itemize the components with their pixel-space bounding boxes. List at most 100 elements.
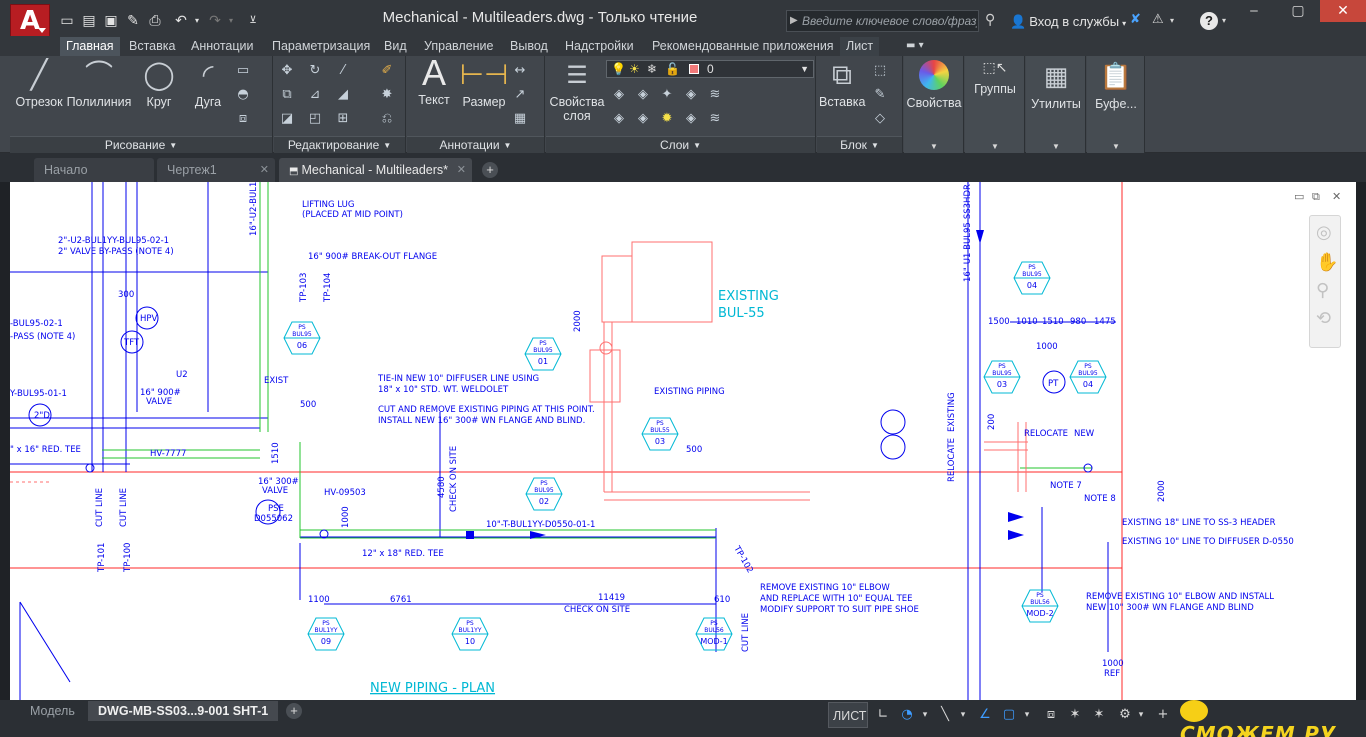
stretch-icon[interactable]: ◪	[278, 110, 296, 128]
new-file-icon[interactable]: ▭	[58, 12, 76, 30]
block-panel-title[interactable]: Блок ▼	[817, 136, 902, 153]
workspace-gear-icon[interactable]: ⚙	[1114, 702, 1136, 728]
signin-button[interactable]: 👤 Вход в службы ▾	[1010, 14, 1126, 30]
drawing-canvas[interactable]: LIFTING LUG (PLACED AT MID POINT) 16" 90…	[10, 182, 1356, 700]
save-icon[interactable]: ▣	[102, 12, 120, 30]
search-box[interactable]: ▶	[786, 10, 979, 32]
tab-layout-sheet[interactable]: DWG-MB-SS03...9-001 SHT-1	[88, 701, 279, 721]
tab-insert[interactable]: Вставка	[123, 37, 181, 56]
properties-button[interactable]: Свойства	[904, 60, 964, 110]
plot-icon[interactable]: ⎙	[146, 12, 164, 30]
array-icon[interactable]: ⊞	[334, 110, 352, 128]
chevron-down-icon[interactable]: ▾	[1170, 16, 1174, 25]
layer-dropdown[interactable]: 💡 ☀ ❄ 🔓 0 ▼	[606, 60, 814, 78]
annotation-visibility-icon[interactable]: ✶	[1088, 702, 1110, 728]
redo-dropdown-icon[interactable]: ▾	[222, 12, 240, 30]
object-track-icon[interactable]: ∠	[974, 702, 996, 728]
ribbon-toggle-icon[interactable]: ▬ ▾	[900, 37, 930, 56]
chevron-down-icon[interactable]: ▾	[1134, 702, 1148, 728]
save-as-icon[interactable]: ✎	[124, 12, 142, 30]
exchange-apps-icon[interactable]: ✘	[1130, 12, 1141, 27]
utilities-panel[interactable]: ▦ Утилиты ▼	[1026, 56, 1086, 153]
close-button[interactable]: ✕	[1320, 0, 1366, 22]
layer-tool-4-icon[interactable]: ◈	[682, 86, 700, 104]
paper-space-button[interactable]: ЛИСТ	[828, 702, 868, 728]
a360-icon[interactable]: ⚠	[1152, 12, 1164, 27]
add-icon[interactable]: +	[1152, 702, 1174, 728]
edit-block-icon[interactable]: ✎	[871, 86, 889, 104]
new-layout-button[interactable]: +	[286, 703, 302, 719]
viewport-minimize-icon[interactable]: ▭	[1294, 190, 1304, 203]
trim-icon[interactable]: ⁄	[334, 62, 352, 80]
layer-tool-3-icon[interactable]: ✦	[658, 86, 676, 104]
clipboard-panel[interactable]: 📋 Буфе... ▼	[1087, 56, 1145, 153]
polar-icon[interactable]: ◔	[896, 702, 918, 728]
rotate-icon[interactable]: ↻	[306, 62, 324, 80]
dimension-button[interactable]: ⊢⊣ Размер	[457, 58, 511, 109]
close-icon[interactable]: ✕	[457, 158, 466, 182]
boundary-icon[interactable]: ⧈	[234, 110, 252, 128]
properties-panel[interactable]: Свойства ▼	[904, 56, 964, 153]
table-icon[interactable]: ▦	[511, 110, 529, 128]
chevron-down-icon[interactable]: ▾	[956, 702, 970, 728]
tab-annotate[interactable]: Аннотации	[185, 37, 259, 56]
layer-tool-9-icon[interactable]: ◈	[682, 110, 700, 128]
help-dropdown-icon[interactable]: ▾	[1222, 16, 1226, 25]
hatch-icon[interactable]: ◓	[234, 86, 252, 104]
tab-home[interactable]: Главная	[60, 37, 120, 56]
create-block-icon[interactable]: ⬚	[871, 62, 889, 80]
tab-output[interactable]: Вывод	[504, 37, 554, 56]
new-tab-button[interactable]: +	[482, 162, 498, 178]
line-button[interactable]: ╱ Отрезок	[14, 58, 64, 109]
help-button[interactable]: ?	[1200, 12, 1218, 30]
tab-active-drawing[interactable]: ⬒ Mechanical - Multileaders* ✕	[279, 158, 472, 182]
rectangle-icon[interactable]: ▭	[234, 62, 252, 80]
tab-addins[interactable]: Надстройки	[559, 37, 640, 56]
annotation-panel-title[interactable]: Аннотации ▼	[407, 136, 544, 153]
viewport-restore-icon[interactable]: ⧉	[1312, 190, 1320, 204]
arc-button[interactable]: ◜ Дуга	[186, 58, 230, 109]
tab-featured-apps[interactable]: Рекомендованные приложения	[646, 37, 840, 56]
binoculars-icon[interactable]: ⚲	[985, 12, 995, 28]
linear-dim-icon[interactable]: ↔	[511, 62, 529, 80]
groups-button[interactable]: ⬚↖ Группы	[965, 60, 1025, 96]
offset-icon[interactable]: ⎌	[378, 110, 396, 128]
text-button[interactable]: A Текст	[411, 55, 457, 108]
layers-panel-title[interactable]: Слои ▼	[546, 136, 815, 153]
modify-panel-title[interactable]: Редактирование ▼	[274, 136, 405, 153]
mirror-icon[interactable]: ⊿	[306, 86, 324, 104]
insert-block-button[interactable]: ⧉ Вставка	[819, 58, 865, 109]
ortho-icon[interactable]: ∟	[872, 702, 894, 728]
layer-tool-5-icon[interactable]: ≋	[706, 86, 724, 104]
scale-icon[interactable]: ◰	[306, 110, 324, 128]
layer-tool-6-icon[interactable]: ◈	[610, 110, 628, 128]
utilities-button[interactable]: ▦ Утилиты	[1026, 60, 1086, 111]
attribute-icon[interactable]: ◇	[871, 110, 889, 128]
isodraft-icon[interactable]: ╲	[934, 702, 956, 728]
annotation-scale-icon[interactable]: ✶	[1064, 702, 1086, 728]
orbit-icon[interactable]: ⟲	[1316, 308, 1331, 329]
search-input[interactable]	[802, 12, 977, 30]
tab-start[interactable]: Начало	[34, 158, 154, 182]
maximize-button[interactable]: ▢	[1276, 0, 1320, 22]
clipboard-button[interactable]: 📋 Буфе...	[1087, 60, 1145, 111]
selection-cycling-icon[interactable]: ⧈	[1040, 702, 1062, 728]
zoom-icon[interactable]: ⚲	[1316, 280, 1329, 301]
erase-icon[interactable]: ✐	[378, 62, 396, 80]
explode-icon[interactable]: ✸	[378, 86, 396, 104]
steering-wheel-icon[interactable]: ◎	[1316, 222, 1332, 243]
layer-tool-8-icon[interactable]: ✹	[658, 110, 676, 128]
tab-layout[interactable]: Лист	[840, 37, 880, 56]
pan-icon[interactable]: ✋	[1316, 252, 1338, 273]
tab-model[interactable]: Модель	[20, 701, 85, 721]
customize-qat-icon[interactable]: ⊻	[244, 12, 262, 30]
polyline-button[interactable]: ⌒ Полилиния	[66, 58, 132, 109]
osnap-icon[interactable]: ▢	[998, 702, 1020, 728]
layer-tool-10-icon[interactable]: ≋	[706, 110, 724, 128]
leader-icon[interactable]: ↗	[511, 86, 529, 104]
layer-tool-2-icon[interactable]: ◈	[634, 86, 652, 104]
application-menu-button[interactable]: A	[10, 4, 50, 38]
groups-panel[interactable]: ⬚↖ Группы ▼	[965, 56, 1025, 153]
layer-tool-7-icon[interactable]: ◈	[634, 110, 652, 128]
open-file-icon[interactable]: ▤	[80, 12, 98, 30]
